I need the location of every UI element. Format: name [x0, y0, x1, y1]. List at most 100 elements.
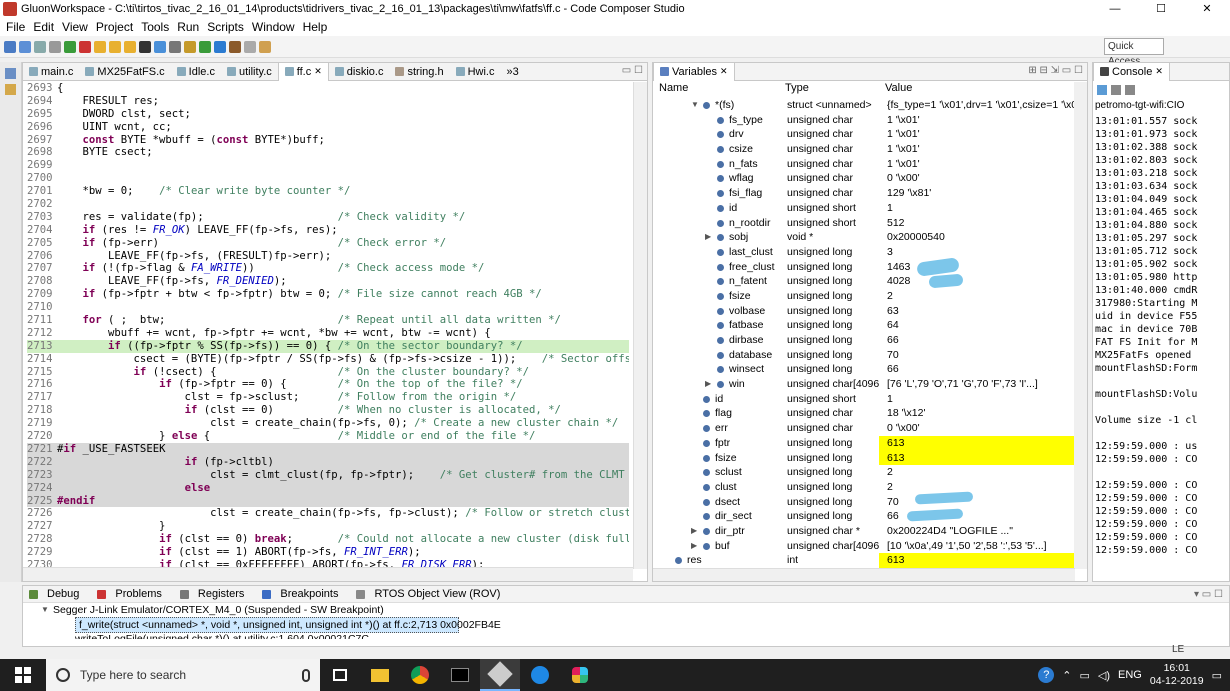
resume-icon[interactable] [64, 40, 76, 53]
print-icon[interactable] [49, 40, 61, 53]
maximize-button[interactable]: ☐ [1138, 0, 1184, 18]
console-output[interactable]: 13:01:01.557 sock 13:01:01.973 sock 13:01:… [1095, 115, 1215, 557]
tab-hwi-c[interactable]: Hwi.c [450, 63, 501, 81]
tab-rtos-rov[interactable]: RTOS Object View (ROV) [350, 588, 512, 600]
variables-tree[interactable]: ▼ *(fs) struct <unnamed> {fs_type=1 '\x01',… [653, 98, 1075, 568]
code-line[interactable]: 2725 #endif [27, 494, 629, 508]
variable-value[interactable]: 0 '\x00' [879, 171, 1075, 186]
minimize-button[interactable]: — [1092, 0, 1138, 18]
variable-row[interactable]: res int 613 [653, 553, 1075, 568]
variable-value[interactable]: 70 [879, 495, 1075, 510]
code-line[interactable]: 2706 LEAVE_FF(fp->fs, (FRESULT)fp->err); [27, 250, 629, 263]
tab-variables[interactable]: Variables ✕ [653, 62, 735, 81]
editor-minmax-icons[interactable]: ▭ ☐ [622, 65, 643, 76]
code-line[interactable]: 2700 [27, 172, 629, 185]
code-line[interactable]: 2719 clst = create_chain(fp->fs, 0); /* … [27, 417, 629, 430]
search-icon[interactable] [244, 40, 256, 53]
close-button[interactable]: ✕ [1184, 0, 1230, 18]
variable-row[interactable]: csize unsigned char 1 '\x01' [653, 142, 1075, 157]
build-icon[interactable] [184, 40, 196, 53]
variable-row[interactable]: fptr unsigned long 613 [653, 435, 1075, 451]
variable-row[interactable]: sclust unsigned long 2 [653, 465, 1075, 480]
variable-value[interactable]: 1 '\x01' [879, 113, 1075, 128]
tab-overflow[interactable]: »3 [500, 63, 524, 81]
code-line[interactable]: 2693 { [27, 82, 629, 95]
quick-access-input[interactable]: Quick Access [1104, 38, 1164, 67]
variable-value[interactable]: 18 '\x12' [879, 406, 1075, 421]
code-line[interactable]: 2710 [27, 301, 629, 314]
clock[interactable]: 16:01 04-12-2019 [1150, 662, 1204, 688]
variable-row[interactable]: drv unsigned char 1 '\x01' [653, 127, 1075, 142]
variables-horizontal-scrollbar[interactable] [653, 568, 1075, 581]
variable-value[interactable]: [10 '\x0a',49 '1',50 '2',58 ':',53 '5'..… [879, 539, 1075, 554]
help-icon[interactable]: ? [1038, 667, 1055, 683]
menu-view[interactable]: View [60, 20, 94, 34]
chrome-icon[interactable] [400, 659, 440, 691]
code-line[interactable]: 2726 clst = create_chain(fp->fs, fp->clu… [27, 507, 629, 520]
code-line[interactable]: 2730 if (clst == 0xFFFFFFFF) ABORT(fp->f… [27, 559, 629, 567]
col-type[interactable]: Type [779, 82, 879, 97]
variable-row[interactable]: n_rootdir unsigned short 512 [653, 216, 1075, 231]
tab-debug[interactable]: Debug [23, 588, 91, 600]
variable-row[interactable]: fsize unsigned long 2 [653, 289, 1075, 304]
open-console-icon[interactable] [1125, 85, 1135, 95]
code-line[interactable]: 2695 DWORD clst, sect; [27, 108, 629, 121]
registers-icon[interactable] [154, 40, 166, 53]
variable-row[interactable]: wflag unsigned char 0 '\x00' [653, 171, 1075, 186]
variable-value[interactable]: 1 '\x01' [879, 142, 1075, 157]
menu-scripts[interactable]: Scripts [205, 20, 250, 34]
code-line[interactable]: 2696 UINT wcnt, cc; [27, 121, 629, 134]
tab-breakpoints[interactable]: Breakpoints [256, 588, 350, 600]
code-line[interactable]: 2716 if (fp->fptr == 0) { /* On the top … [27, 378, 629, 391]
variable-row[interactable]: ▶ buf unsigned char[4096] [10 '\x0a',49 '1'… [653, 539, 1075, 554]
code-line[interactable]: 2714 csect = (BYTE)(fp->fptr / SS(fp->fs… [27, 353, 629, 366]
tab-mx25fatfs-c[interactable]: MX25FatFS.c [79, 63, 170, 81]
col-value[interactable]: Value [879, 82, 1075, 97]
microphone-icon[interactable] [302, 668, 310, 682]
menu-project[interactable]: Project [94, 20, 139, 34]
start-button[interactable] [0, 659, 46, 691]
code-line[interactable]: 2729 if (clst == 1) ABORT(fp->fs, FR_INT… [27, 546, 629, 559]
code-line[interactable]: 2717 clst = fp->sclust; /* Follow from t… [27, 391, 629, 404]
code-line[interactable]: 2722 if (fp->cltbl) [27, 455, 629, 469]
variable-value[interactable]: 66 [879, 333, 1075, 348]
variable-value[interactable]: 1 '\x01' [879, 127, 1075, 142]
menu-tools[interactable]: Tools [139, 20, 175, 34]
code-line[interactable]: 2724 else [27, 481, 629, 495]
new-icon[interactable] [4, 40, 16, 53]
variable-value[interactable]: {fs_type=1 '\x01',drv=1 '\x01',csize=1 '… [879, 98, 1075, 113]
memory-browser-icon[interactable] [139, 40, 151, 53]
variable-value[interactable]: 70 [879, 348, 1075, 363]
stack-frame-row[interactable]: f_write(struct <unnamed> *, void *, unsi… [75, 617, 501, 633]
back-icon[interactable] [259, 40, 271, 53]
variable-value[interactable]: 0 '\x00' [879, 421, 1075, 436]
debug-session-row[interactable]: ▼ Segger J-Link Emulator/CORTEX_M4_0 (Su… [23, 603, 1229, 617]
editor-horizontal-scrollbar[interactable] [23, 567, 633, 581]
tab-utility-c[interactable]: utility.c [221, 63, 278, 81]
show-hidden-icons[interactable]: ⌃ [1062, 669, 1071, 682]
variable-value[interactable]: 1 '\x01' [879, 157, 1075, 172]
expand-arrow-icon[interactable]: ▶ [705, 230, 711, 245]
slack-icon[interactable] [560, 659, 600, 691]
variable-value[interactable]: 512 [879, 216, 1075, 231]
code-line[interactable]: 2715 if (!csect) { /* On the cluster bou… [27, 366, 629, 379]
variable-row[interactable]: free_clust unsigned long 1463 [653, 260, 1075, 275]
code-line[interactable]: 2728 if (clst == 0) break; /* Could not … [27, 533, 629, 546]
expand-arrow-icon[interactable]: ▶ [705, 377, 711, 392]
variable-row[interactable]: err unsigned char 0 '\x00' [653, 421, 1075, 436]
variable-row[interactable]: fsize unsigned long 613 [653, 450, 1075, 466]
save-all-icon[interactable] [34, 40, 46, 53]
expand-arrow-icon[interactable]: ▶ [691, 539, 697, 554]
variable-row[interactable]: id unsigned short 1 [653, 392, 1075, 407]
variable-value[interactable]: 613 [879, 435, 1075, 451]
variable-value[interactable]: 2 [879, 480, 1075, 495]
stack-frame-row[interactable]: writeToLogFile(unsigned char *)() at uti… [75, 631, 1229, 639]
code-line[interactable]: 2705 if (fp->err) /* Check error */ [27, 237, 629, 250]
code-line[interactable]: 2718 if (clst == 0) /* When no cluster i… [27, 404, 629, 417]
variable-value[interactable]: 64 [879, 318, 1075, 333]
variable-row[interactable]: ▶ dir_ptr unsigned char * 0x200224D4 "LOGFI… [653, 524, 1075, 539]
variable-row[interactable]: fatbase unsigned long 64 [653, 318, 1075, 333]
menu-run[interactable]: Run [175, 20, 205, 34]
expand-arrow-icon[interactable]: ▶ [691, 524, 697, 539]
variable-value[interactable]: 1463 [879, 260, 1075, 275]
